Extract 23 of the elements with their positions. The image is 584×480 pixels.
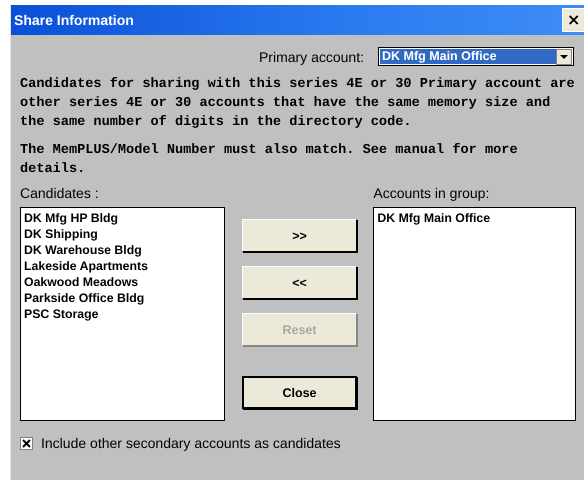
- accounts-in-group-label: Accounts in group:: [373, 185, 490, 203]
- candidate-list-item[interactable]: DK Warehouse Bldg: [24, 242, 221, 258]
- include-secondary-checkbox[interactable]: [20, 436, 33, 450]
- action-button[interactable]: >>: [242, 219, 358, 252]
- accounts-in-group-list[interactable]: DK Mfg Main Office: [373, 207, 576, 421]
- group-list-item[interactable]: DK Mfg Main Office: [377, 210, 572, 226]
- candidate-list-item[interactable]: Oakwood Meadows: [24, 274, 221, 290]
- candidate-list-item[interactable]: Lakeside Apartments: [24, 258, 221, 274]
- primary-account-label: Primary account:: [258, 48, 364, 64]
- description-text: The MemPLUS/Model Number must also match. See manual for more details.: [20, 142, 519, 179]
- action-button[interactable]: Close: [242, 376, 358, 409]
- include-secondary-label: Include other secondary accounts as candidates: [41, 435, 341, 451]
- candidate-list-item[interactable]: PSC Storage: [24, 306, 221, 322]
- candidate-list-item[interactable]: DK Shipping: [24, 226, 221, 242]
- primary-account-dropdown[interactable]: DK Mfg Main Office: [378, 47, 574, 66]
- candidate-list-item[interactable]: Parkside Office Bldg: [24, 290, 221, 306]
- action-button[interactable]: <<: [242, 266, 358, 299]
- candidates-list[interactable]: DK Mfg HP Bldg DK Shipping DK Warehouse Bldg Lakeside Apartments Oakwood Meadows Parkside Office Bldg PSC Storage: [20, 207, 225, 421]
- description-text: Candidates for sharing with this series 4E or 30 Primary account are other series 4E or 30 accounts that have the same memory size and the same number of digits in the directory code.: [20, 76, 576, 132]
- window-title: Share Information: [14, 12, 134, 28]
- candidate-list-item[interactable]: DK Mfg HP Bldg: [24, 210, 221, 226]
- candidates-label: Candidates :: [20, 185, 100, 203]
- close-button[interactable]: ×: [562, 8, 584, 32]
